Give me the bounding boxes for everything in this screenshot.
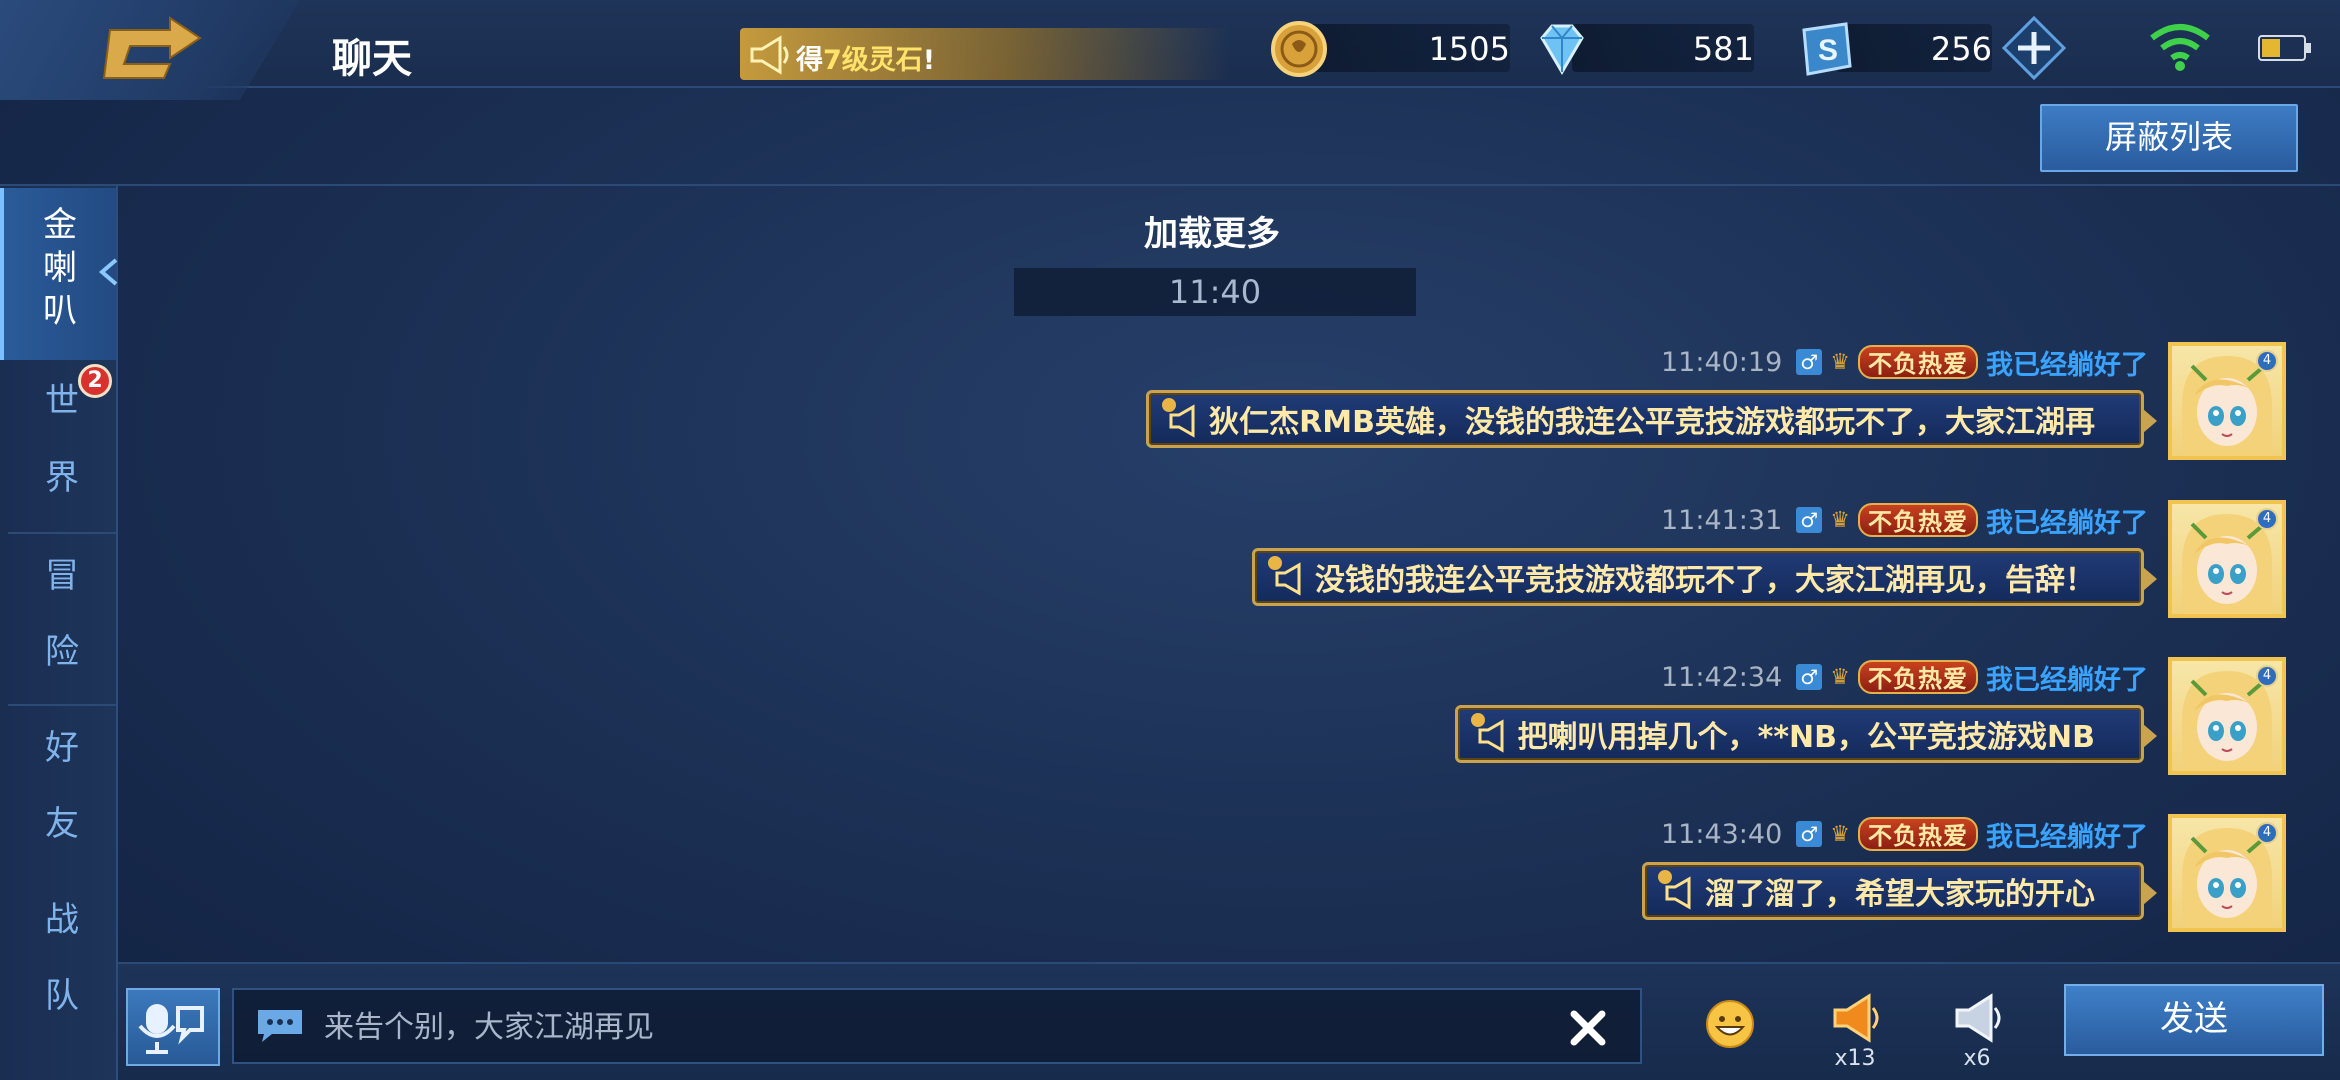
block-list-button[interactable]: 屏蔽列表 bbox=[2040, 104, 2298, 172]
voucher-counter: S 256 bbox=[1796, 20, 1992, 76]
message-bubble[interactable]: 没钱的我连公平竞技游戏都玩不了，大家江湖再见，告辞！ bbox=[1252, 548, 2157, 606]
male-icon: ♂ bbox=[1796, 664, 1823, 690]
message-input[interactable] bbox=[324, 998, 1524, 1056]
message-text: 没钱的我连公平竞技游戏都玩不了，大家江湖再见，告辞！ bbox=[1315, 563, 2095, 598]
promo-highlight: 7级灵石 bbox=[823, 45, 923, 76]
player-avatar[interactable]: 4 bbox=[2168, 342, 2286, 460]
player-name[interactable]: 我已经躺好了 bbox=[1986, 815, 2148, 854]
avatar-level: 4 bbox=[2256, 350, 2278, 372]
avatar-level: 4 bbox=[2256, 822, 2278, 844]
gold-megaphone-icon bbox=[1833, 993, 1879, 1043]
avatar-level: 4 bbox=[2256, 665, 2278, 687]
promo-prefix: 得 bbox=[796, 45, 823, 76]
battery-icon bbox=[2258, 35, 2311, 61]
svg-text:S: S bbox=[1818, 34, 1838, 67]
diamond-icon bbox=[1540, 24, 1584, 75]
back-arrow-icon bbox=[102, 16, 202, 79]
page-title: 聊天 bbox=[332, 36, 412, 82]
chat-message: 11:43:40 ♂ ♛ 不负热爱 我已经躺好了 溜了溜了，希望大家玩的开心 4 bbox=[0, 814, 2340, 964]
player-title-tag: 不负热爱 bbox=[1858, 817, 1978, 851]
crown-icon: ♛ bbox=[1830, 664, 1850, 690]
chevron-left-icon bbox=[98, 258, 118, 286]
megaphone-icon bbox=[1658, 870, 1691, 910]
message-time: 11:40:19 bbox=[1661, 346, 1783, 378]
wifi-icon bbox=[2150, 24, 2210, 71]
player-name[interactable]: 我已经躺好了 bbox=[1986, 343, 2148, 382]
message-bubble[interactable]: 溜了溜了，希望大家玩的开心 bbox=[1642, 862, 2157, 920]
player-title-tag: 不负热爱 bbox=[1858, 345, 1978, 379]
chat-message: 11:41:31 ♂ ♛ 不负热爱 我已经躺好了 没钱的我连公平竞技游戏都玩不了… bbox=[0, 500, 2340, 650]
promo-suffix: ! bbox=[922, 45, 936, 76]
male-icon: ♂ bbox=[1796, 349, 1823, 375]
message-input-box[interactable] bbox=[232, 988, 1642, 1064]
promo-banner[interactable]: 得7级灵石! bbox=[740, 28, 1230, 80]
chat-message: 11:40:19 ♂ ♛ 不负热爱 我已经躺好了 狄仁杰RMB英雄，没钱的我连公… bbox=[0, 342, 2340, 492]
male-icon: ♂ bbox=[1796, 507, 1823, 533]
load-more-button[interactable]: 加载更多 bbox=[1144, 206, 1280, 255]
megaphone-icon bbox=[750, 35, 789, 75]
time-divider: 11:40 bbox=[1014, 268, 1416, 316]
diamond-value: 581 bbox=[1692, 30, 1754, 68]
message-time: 11:42:34 bbox=[1661, 661, 1783, 693]
player-name[interactable]: 我已经躺好了 bbox=[1986, 658, 2148, 697]
diamond-counter: 581 bbox=[1532, 20, 1754, 76]
message-text: 狄仁杰RMB英雄，没钱的我连公平竞技游戏都玩不了，大家江湖再 bbox=[1209, 405, 2095, 440]
megaphone-icon bbox=[1268, 556, 1301, 596]
player-avatar[interactable]: 4 bbox=[2168, 657, 2286, 775]
crown-icon: ♛ bbox=[1830, 349, 1850, 375]
message-text: 溜了溜了，希望大家玩的开心 bbox=[1705, 877, 2095, 912]
chat-bubble-icon bbox=[258, 1010, 302, 1042]
chat-message: 11:42:34 ♂ ♛ 不负热爱 我已经躺好了 把喇叭用掉几个，**NB，公平… bbox=[0, 657, 2340, 807]
crown-icon: ♛ bbox=[1830, 507, 1850, 533]
recharge-plus-button[interactable] bbox=[2002, 16, 2066, 80]
gold-counter: 1505 bbox=[1270, 20, 1510, 77]
player-avatar[interactable]: 4 bbox=[2168, 500, 2286, 618]
silver-horn-count: x6 bbox=[1963, 1046, 1991, 1071]
player-title-tag: 不负热爱 bbox=[1858, 503, 1978, 537]
message-bubble[interactable]: 狄仁杰RMB英雄，没钱的我连公平竞技游戏都玩不了，大家江湖再 bbox=[1146, 390, 2157, 448]
megaphone-icon bbox=[1162, 398, 1195, 438]
message-time: 11:41:31 bbox=[1661, 504, 1783, 536]
header-divider bbox=[0, 184, 2340, 186]
player-title-tag: 不负热爱 bbox=[1858, 660, 1978, 694]
player-avatar[interactable]: 4 bbox=[2168, 814, 2286, 932]
male-icon: ♂ bbox=[1796, 821, 1823, 847]
message-text: 把喇叭用掉几个，**NB，公平竞技游戏NB bbox=[1517, 720, 2095, 755]
silver-horn-button[interactable]: x6 bbox=[1944, 990, 2010, 1076]
send-button[interactable]: 发送 bbox=[2064, 984, 2324, 1056]
voice-input-button[interactable] bbox=[126, 988, 220, 1066]
megaphone-icon bbox=[1470, 713, 1504, 753]
clear-input-icon[interactable] bbox=[1566, 1006, 1610, 1050]
silver-megaphone-icon bbox=[1955, 993, 2001, 1043]
emoji-icon[interactable] bbox=[1704, 998, 1756, 1050]
gold-horn-count: x13 bbox=[1834, 1046, 1876, 1071]
voucher-value: 256 bbox=[1930, 30, 1992, 68]
crown-icon: ♛ bbox=[1830, 821, 1850, 847]
gold-coin-icon bbox=[1271, 21, 1327, 77]
avatar-level: 4 bbox=[2256, 508, 2278, 530]
message-bubble[interactable]: 把喇叭用掉几个，**NB，公平竞技游戏NB bbox=[1454, 705, 2157, 763]
message-time: 11:43:40 bbox=[1661, 818, 1783, 850]
gold-value: 1505 bbox=[1428, 30, 1510, 68]
player-name[interactable]: 我已经躺好了 bbox=[1986, 501, 2148, 540]
gold-horn-button[interactable]: x13 bbox=[1822, 990, 1888, 1076]
microphone-icon bbox=[138, 1004, 204, 1054]
